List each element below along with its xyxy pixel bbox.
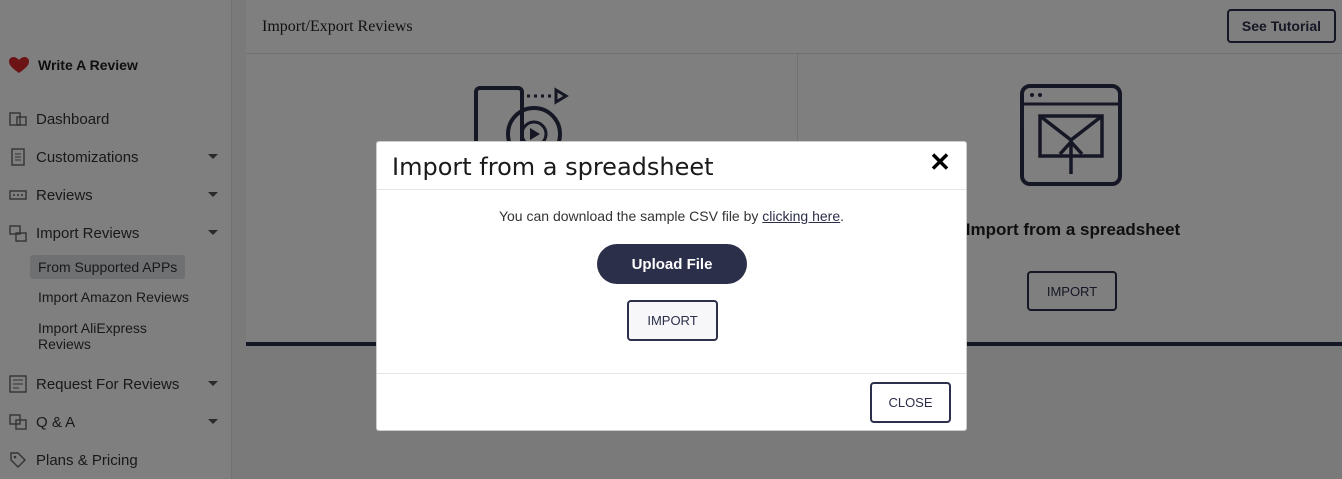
instructions-text: You can download the sample CSV file by [498,208,759,224]
close-button[interactable]: CLOSE [870,382,951,423]
modal-header: Import from a spreadsheet ✕ [377,142,966,190]
instructions-suffix: . [840,208,845,224]
modal-import-button[interactable]: IMPORT [627,300,718,341]
modal-instructions: You can download the sample CSV file by … [377,208,966,224]
modal-footer: CLOSE [377,373,966,430]
sample-csv-link[interactable]: clicking here [762,208,840,224]
upload-file-button[interactable]: Upload File [597,244,747,284]
modal-title: Import from a spreadsheet [392,153,714,181]
close-icon[interactable]: ✕ [928,149,952,175]
modal-body: You can download the sample CSV file by … [377,190,966,373]
import-modal: Import from a spreadsheet ✕ You can down… [376,141,967,431]
